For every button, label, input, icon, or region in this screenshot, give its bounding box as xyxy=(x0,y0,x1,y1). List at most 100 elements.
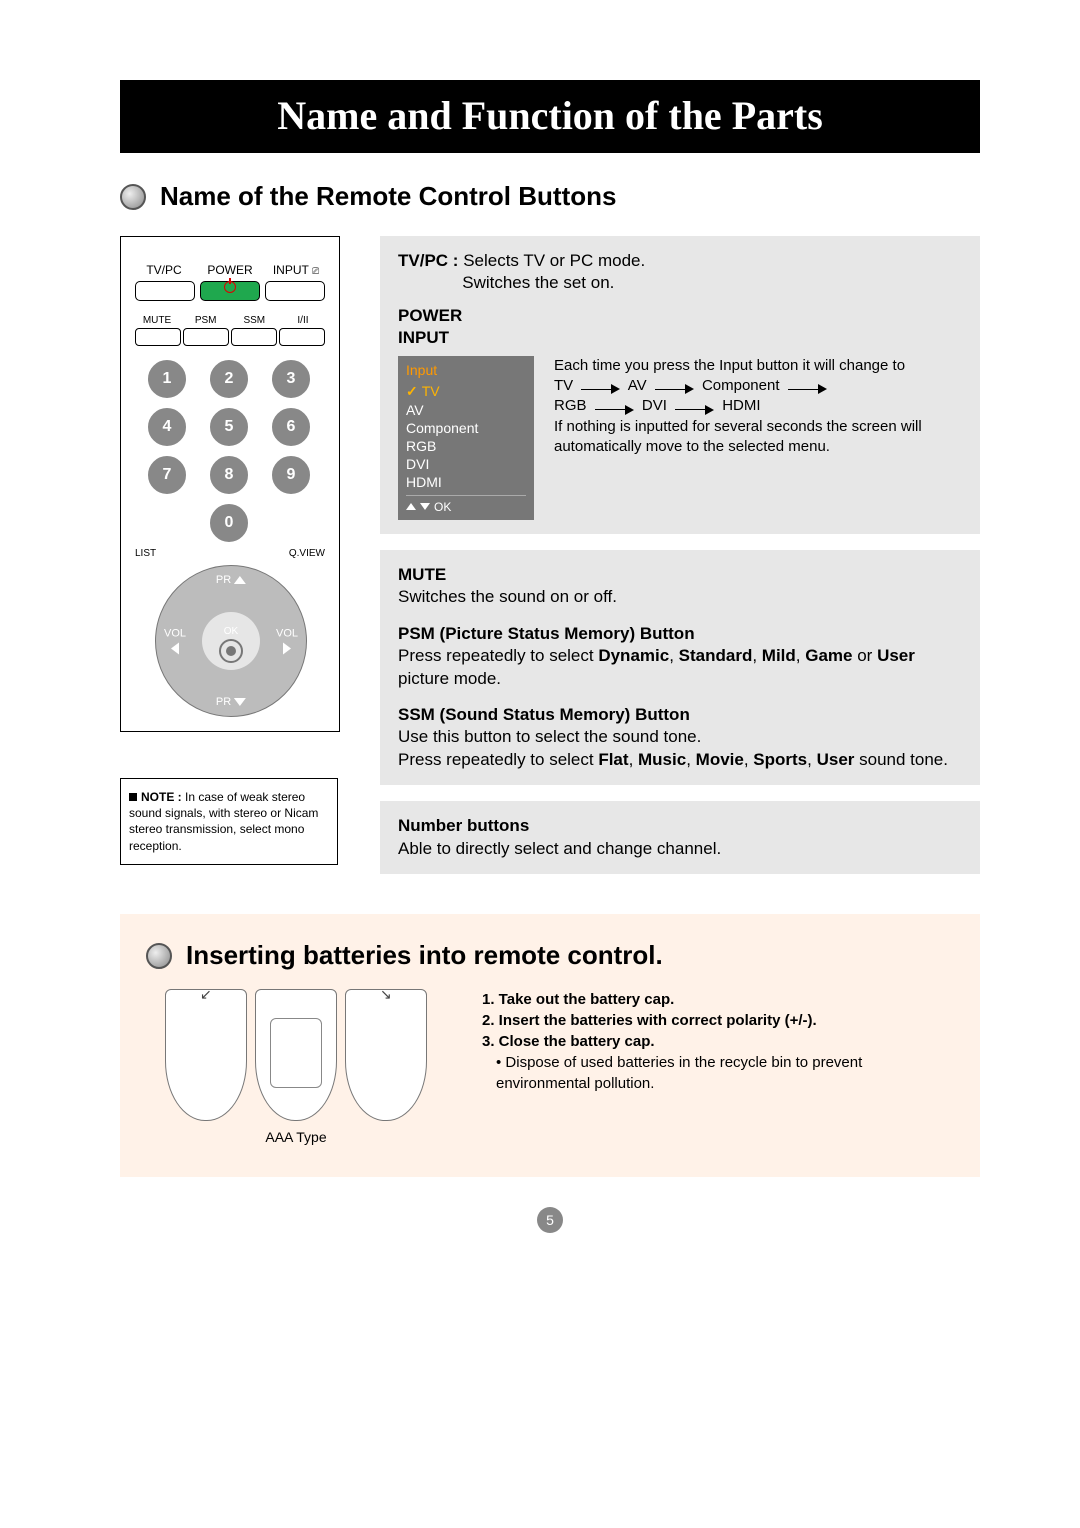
ssm-suffix: sound tone. xyxy=(854,750,948,769)
psm-suffix: picture mode. xyxy=(398,669,501,688)
note-bullet-icon xyxy=(129,793,137,801)
remote-row1-labels: TV/PC POWER INPUT ⎚ xyxy=(135,263,325,277)
list-qview-row: LIST Q.VIEW xyxy=(135,548,325,559)
ssm-prefix: Press repeatedly to select xyxy=(398,750,598,769)
input-symbol: ⎚ xyxy=(312,266,319,276)
ssm-button xyxy=(231,328,277,346)
arrow-icon xyxy=(595,405,634,415)
cap-arrow-icon: ↙ xyxy=(200,986,212,1003)
pr-down-text: PR xyxy=(216,696,231,708)
triangle-left-icon xyxy=(171,643,179,655)
tvpc-label: TV/PC : xyxy=(398,251,458,270)
battery-section: Inserting batteries into remote control.… xyxy=(120,914,980,1177)
aaa-type-label: AAA Type xyxy=(265,1129,326,1145)
section2-title: Inserting batteries into remote control. xyxy=(186,940,663,971)
cycle-av: AV xyxy=(628,377,647,394)
label-mute-text: MUTE xyxy=(143,315,171,326)
label-i-ii: I/II xyxy=(281,315,325,326)
num-1: 1 xyxy=(148,360,186,398)
num-2: 2 xyxy=(210,360,248,398)
input-menu-dvi: DVI xyxy=(406,455,526,473)
remote-back-closing: ↘ xyxy=(345,989,427,1121)
cap-arrow-icon: ↘ xyxy=(380,986,392,1003)
manual-page: Name and Function of the Parts Name of t… xyxy=(0,0,1080,1293)
input-osd-menu: Input ✓TV AV Component RGB DVI HDMI OK xyxy=(398,356,534,520)
label-list: LIST xyxy=(135,548,156,559)
bullet-icon xyxy=(120,184,146,210)
pr-down: PR xyxy=(216,696,246,708)
page-number: 5 xyxy=(537,1207,563,1233)
vol-left-text: VOL xyxy=(164,628,186,640)
step-bullet: • Dispose of used batteries in the recyc… xyxy=(496,1052,954,1094)
input-description: Each time you press the Input button it … xyxy=(554,356,962,520)
input-cycle-line: TV AV Component RGB DVI HDMI xyxy=(554,376,962,417)
note-box: NOTE : In case of weak stereo sound sign… xyxy=(120,778,338,865)
battery-content: ↙ ↘ AAA Type 1. Take out the battery cap… xyxy=(146,989,954,1145)
ssm-opt-4: User xyxy=(817,750,855,769)
psm-opt-3: Game xyxy=(805,646,852,665)
page-title-text: Name and Function of the Parts xyxy=(277,93,823,138)
input-menu-hdmi: HDMI xyxy=(406,473,526,491)
psm-opt-1: Standard xyxy=(679,646,753,665)
label-ssm: SSM xyxy=(232,315,276,326)
step-1: 1. Take out the battery cap. xyxy=(482,989,954,1010)
remote-column: TV/PC POWER INPUT ⎚ MUTE PSM SSM I/II xyxy=(120,236,360,865)
i-ii-button xyxy=(279,328,325,346)
triangle-up-small-icon xyxy=(406,503,416,510)
label-qview: Q.VIEW xyxy=(289,548,325,559)
mute-psm-ssm-block: MUTE Switches the sound on or off. PSM (… xyxy=(380,550,980,786)
arrow-icon xyxy=(788,384,827,394)
ok-dot-icon xyxy=(226,646,236,656)
dpad: PR PR VOL VOL OK xyxy=(155,565,307,717)
input-menu-component: Component xyxy=(406,419,526,437)
input-heading: INPUT xyxy=(398,327,962,349)
mute-text: Switches the sound on or off. xyxy=(398,586,962,608)
ssm-opt-1: Music xyxy=(638,750,686,769)
input-menu-footer: OK xyxy=(406,495,526,514)
label-psm: PSM xyxy=(184,315,228,326)
power-button xyxy=(200,281,260,301)
num-0: 0 xyxy=(210,504,248,542)
cycle-hdmi: HDMI xyxy=(722,397,760,414)
numbtn-text: Able to directly select and change chann… xyxy=(398,838,962,860)
triangle-right-icon xyxy=(283,643,291,655)
triangle-up-icon xyxy=(234,576,246,584)
input-menu-av: AV xyxy=(406,401,526,419)
arrow-icon xyxy=(655,384,694,394)
num-6: 6 xyxy=(272,408,310,446)
power-heading: POWER xyxy=(398,305,962,327)
number-keypad: 1 2 3 4 5 6 7 8 9 0 xyxy=(148,360,312,544)
triangle-down-icon xyxy=(234,698,246,706)
psm-opt-2: Mild xyxy=(762,646,796,665)
pr-up-text: PR xyxy=(216,574,231,586)
tvpc-line1: Selects TV or PC mode. xyxy=(463,251,645,270)
battery-steps: 1. Take out the battery cap. 2. Insert t… xyxy=(446,989,954,1094)
dpad-wrap: PR PR VOL VOL OK xyxy=(155,565,305,715)
input-desc-1: Each time you press the Input button it … xyxy=(554,356,962,376)
ssm-opt-3: Sports xyxy=(753,750,807,769)
input-menu-tv: ✓TV xyxy=(406,382,526,401)
remote-row2-labels: MUTE PSM SSM I/II xyxy=(135,315,325,326)
psm-text: Press repeatedly to select Dynamic, Stan… xyxy=(398,645,962,690)
note-label: NOTE : xyxy=(141,790,182,804)
bullet-icon xyxy=(146,943,172,969)
vol-right: VOL xyxy=(276,628,298,655)
cycle-dvi: DVI xyxy=(642,397,667,414)
psm-title: PSM (Picture Status Memory) Button xyxy=(398,623,962,645)
step-3: 3. Close the battery cap. xyxy=(482,1031,954,1052)
ok-button: OK xyxy=(202,612,260,670)
tvpc-power-input-block: TV/PC : Selects TV or PC mode. TV/PC : S… xyxy=(380,236,980,534)
cycle-component: Component xyxy=(702,377,780,394)
ok-label: OK xyxy=(224,626,238,637)
input-button xyxy=(265,281,325,301)
battery-diagram-row: ↙ ↘ xyxy=(165,989,427,1121)
psm-opt-4: User xyxy=(877,646,915,665)
check-icon: ✓ xyxy=(406,383,418,400)
label-input: INPUT ⎚ xyxy=(267,263,325,277)
tvpc-line: TV/PC : Selects TV or PC mode. TV/PC : S… xyxy=(398,250,962,295)
ssm-title: SSM (Sound Status Memory) Button xyxy=(398,704,962,726)
num-5: 5 xyxy=(210,408,248,446)
ssm-opt-2: Movie xyxy=(696,750,744,769)
pr-up: PR xyxy=(216,574,246,586)
step-2: 2. Insert the batteries with correct pol… xyxy=(482,1010,954,1031)
